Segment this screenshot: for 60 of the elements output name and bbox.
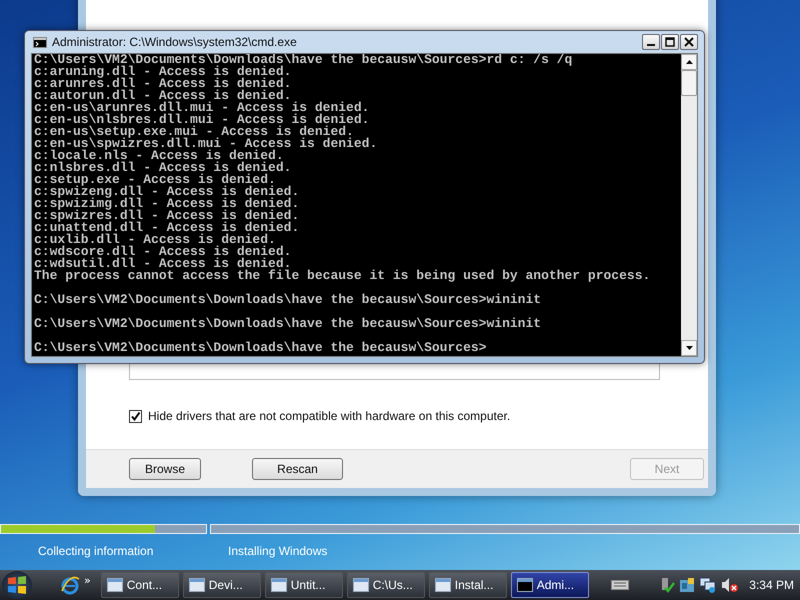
window-icon <box>270 578 287 592</box>
console-line: c:en-us\arunres.dll.mui - Access is denied. <box>34 100 370 115</box>
taskbar-button[interactable]: Instal... <box>428 572 507 598</box>
console-line: C:\Users\VM2\Documents\Downloads\have the becausw\Sources> <box>34 340 486 355</box>
console-line: C:\Users\VM2\Documents\Downloads\have the becausw\Sources>wininit <box>34 292 542 307</box>
console-line: c:aruning.dll - Access is denied. <box>34 64 292 79</box>
maximize-icon <box>665 37 675 47</box>
console-line: The process cannot access the file because it is being used by another process. <box>34 268 650 283</box>
keyboard-icon[interactable] <box>610 580 629 590</box>
console-line: c:spwizimg.dll - Access is denied. <box>34 196 300 211</box>
step-label: Collecting information <box>38 544 154 558</box>
dialog-button[interactable]: Rescan <box>252 458 343 480</box>
checkbox[interactable] <box>129 410 142 422</box>
safely-remove-icon[interactable] <box>659 577 676 593</box>
browser-icon[interactable] <box>60 575 80 595</box>
console-line: c:spwizeng.dll - Access is denied. <box>34 184 300 199</box>
action-center-icon[interactable] <box>679 577 696 593</box>
taskbar-button[interactable]: Cont... <box>100 572 179 598</box>
console-line: c:setup.exe - Access is denied. <box>34 172 276 187</box>
network-icon[interactable] <box>699 577 718 593</box>
console-line: c:unattend.dll - Access is denied. <box>34 220 300 235</box>
scroll-thumb[interactable] <box>681 70 697 96</box>
minimize-icon <box>647 44 655 46</box>
scroll-down-icon[interactable] <box>681 340 697 356</box>
scroll-up-icon[interactable] <box>681 54 697 70</box>
scrollbar[interactable] <box>681 54 697 356</box>
step-label: Installing Windows <box>228 544 328 558</box>
console-icon <box>33 36 47 48</box>
console-line: c:uxlib.dll - Access is denied. <box>34 232 276 247</box>
window-title: Administrator: C:\Windows\system32\cmd.exe <box>52 35 297 49</box>
console-line: c:autorun.dll - Access is denied. <box>34 88 292 103</box>
console-line: c:en-us\nlsbres.dll.mui - Access is denied. <box>34 112 370 127</box>
close-icon <box>684 37 694 47</box>
console-line: c:en-us\setup.exe.mui - Access is denied. <box>34 124 354 139</box>
window-icon <box>106 578 123 592</box>
start-button[interactable] <box>2 571 32 599</box>
window-icon <box>434 578 451 592</box>
console-line: c:wdscore.dll - Access is denied. <box>34 244 292 259</box>
window-icon <box>516 578 533 592</box>
clock[interactable]: 3:34 PM <box>749 578 794 592</box>
console-line: C:\Users\VM2\Documents\Downloads\have the becausw\Sources>wininit <box>34 316 542 331</box>
console-line: c:spwizres.dll - Access is denied. <box>34 208 300 223</box>
more-toolbar-button[interactable]: » <box>84 574 91 586</box>
minimize-button[interactable] <box>642 34 660 50</box>
checkbox-label[interactable]: Hide drivers that are not compatible with hardware on this computer. <box>148 409 510 423</box>
taskbar-button[interactable]: C:\Us... <box>346 572 425 598</box>
window-icon <box>188 578 205 592</box>
maximize-button[interactable] <box>661 34 679 50</box>
taskbar-button[interactable]: Untit... <box>264 572 343 598</box>
volume-muted-icon[interactable] <box>721 577 740 593</box>
close-button[interactable] <box>680 34 698 50</box>
dialog-button[interactable]: Browse <box>129 458 201 480</box>
console-line: c:locale.nls - Access is denied. <box>34 148 284 163</box>
console-line: c:nlsbres.dll - Access is denied. <box>34 160 292 175</box>
console-line: c:en-us\spwizres.dll.mui - Access is denied. <box>34 136 378 151</box>
console-line: c:arunres.dll - Access is denied. <box>34 76 292 91</box>
console-line: c:wdsutil.dll - Access is denied. <box>34 256 292 271</box>
taskbar-button[interactable]: Admi... <box>510 572 589 598</box>
taskbar-button[interactable]: Devi... <box>182 572 261 598</box>
window-icon <box>352 578 369 592</box>
